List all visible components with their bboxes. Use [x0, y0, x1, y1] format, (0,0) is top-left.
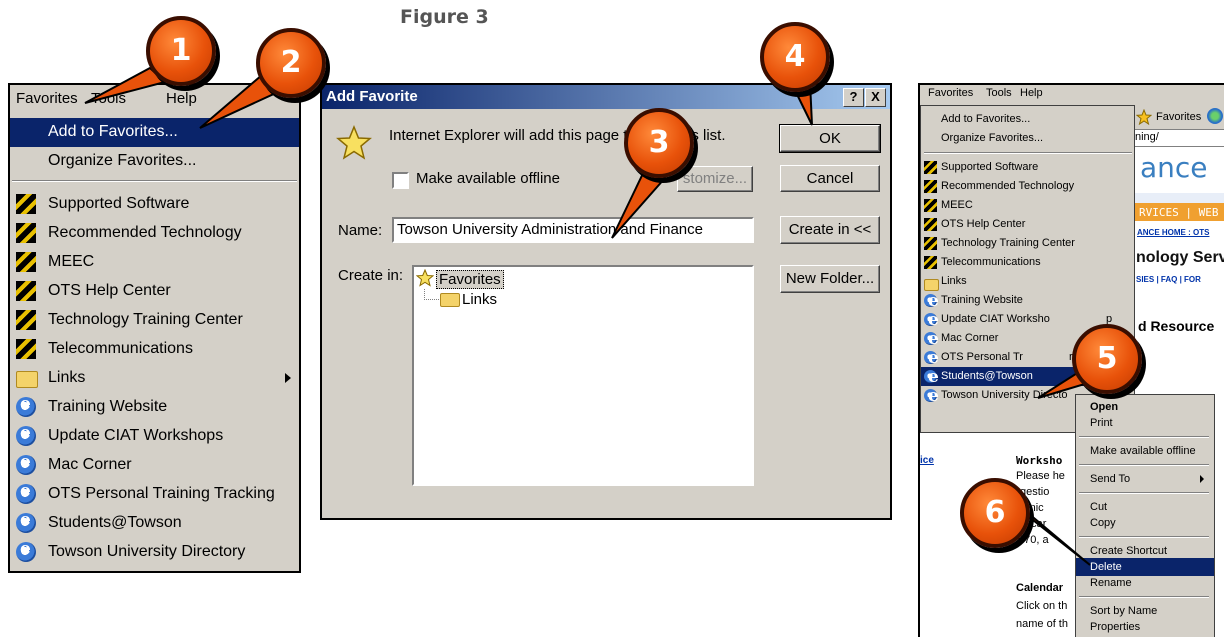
callout-3: 3: [624, 108, 694, 178]
callout-5: 5: [1072, 324, 1142, 394]
callout-2: 2: [256, 28, 326, 98]
callout-pointers: [84, 66, 1101, 566]
callout-6: 6: [960, 478, 1030, 548]
callout-4: 4: [760, 22, 830, 92]
callout-1: 1: [146, 16, 216, 86]
